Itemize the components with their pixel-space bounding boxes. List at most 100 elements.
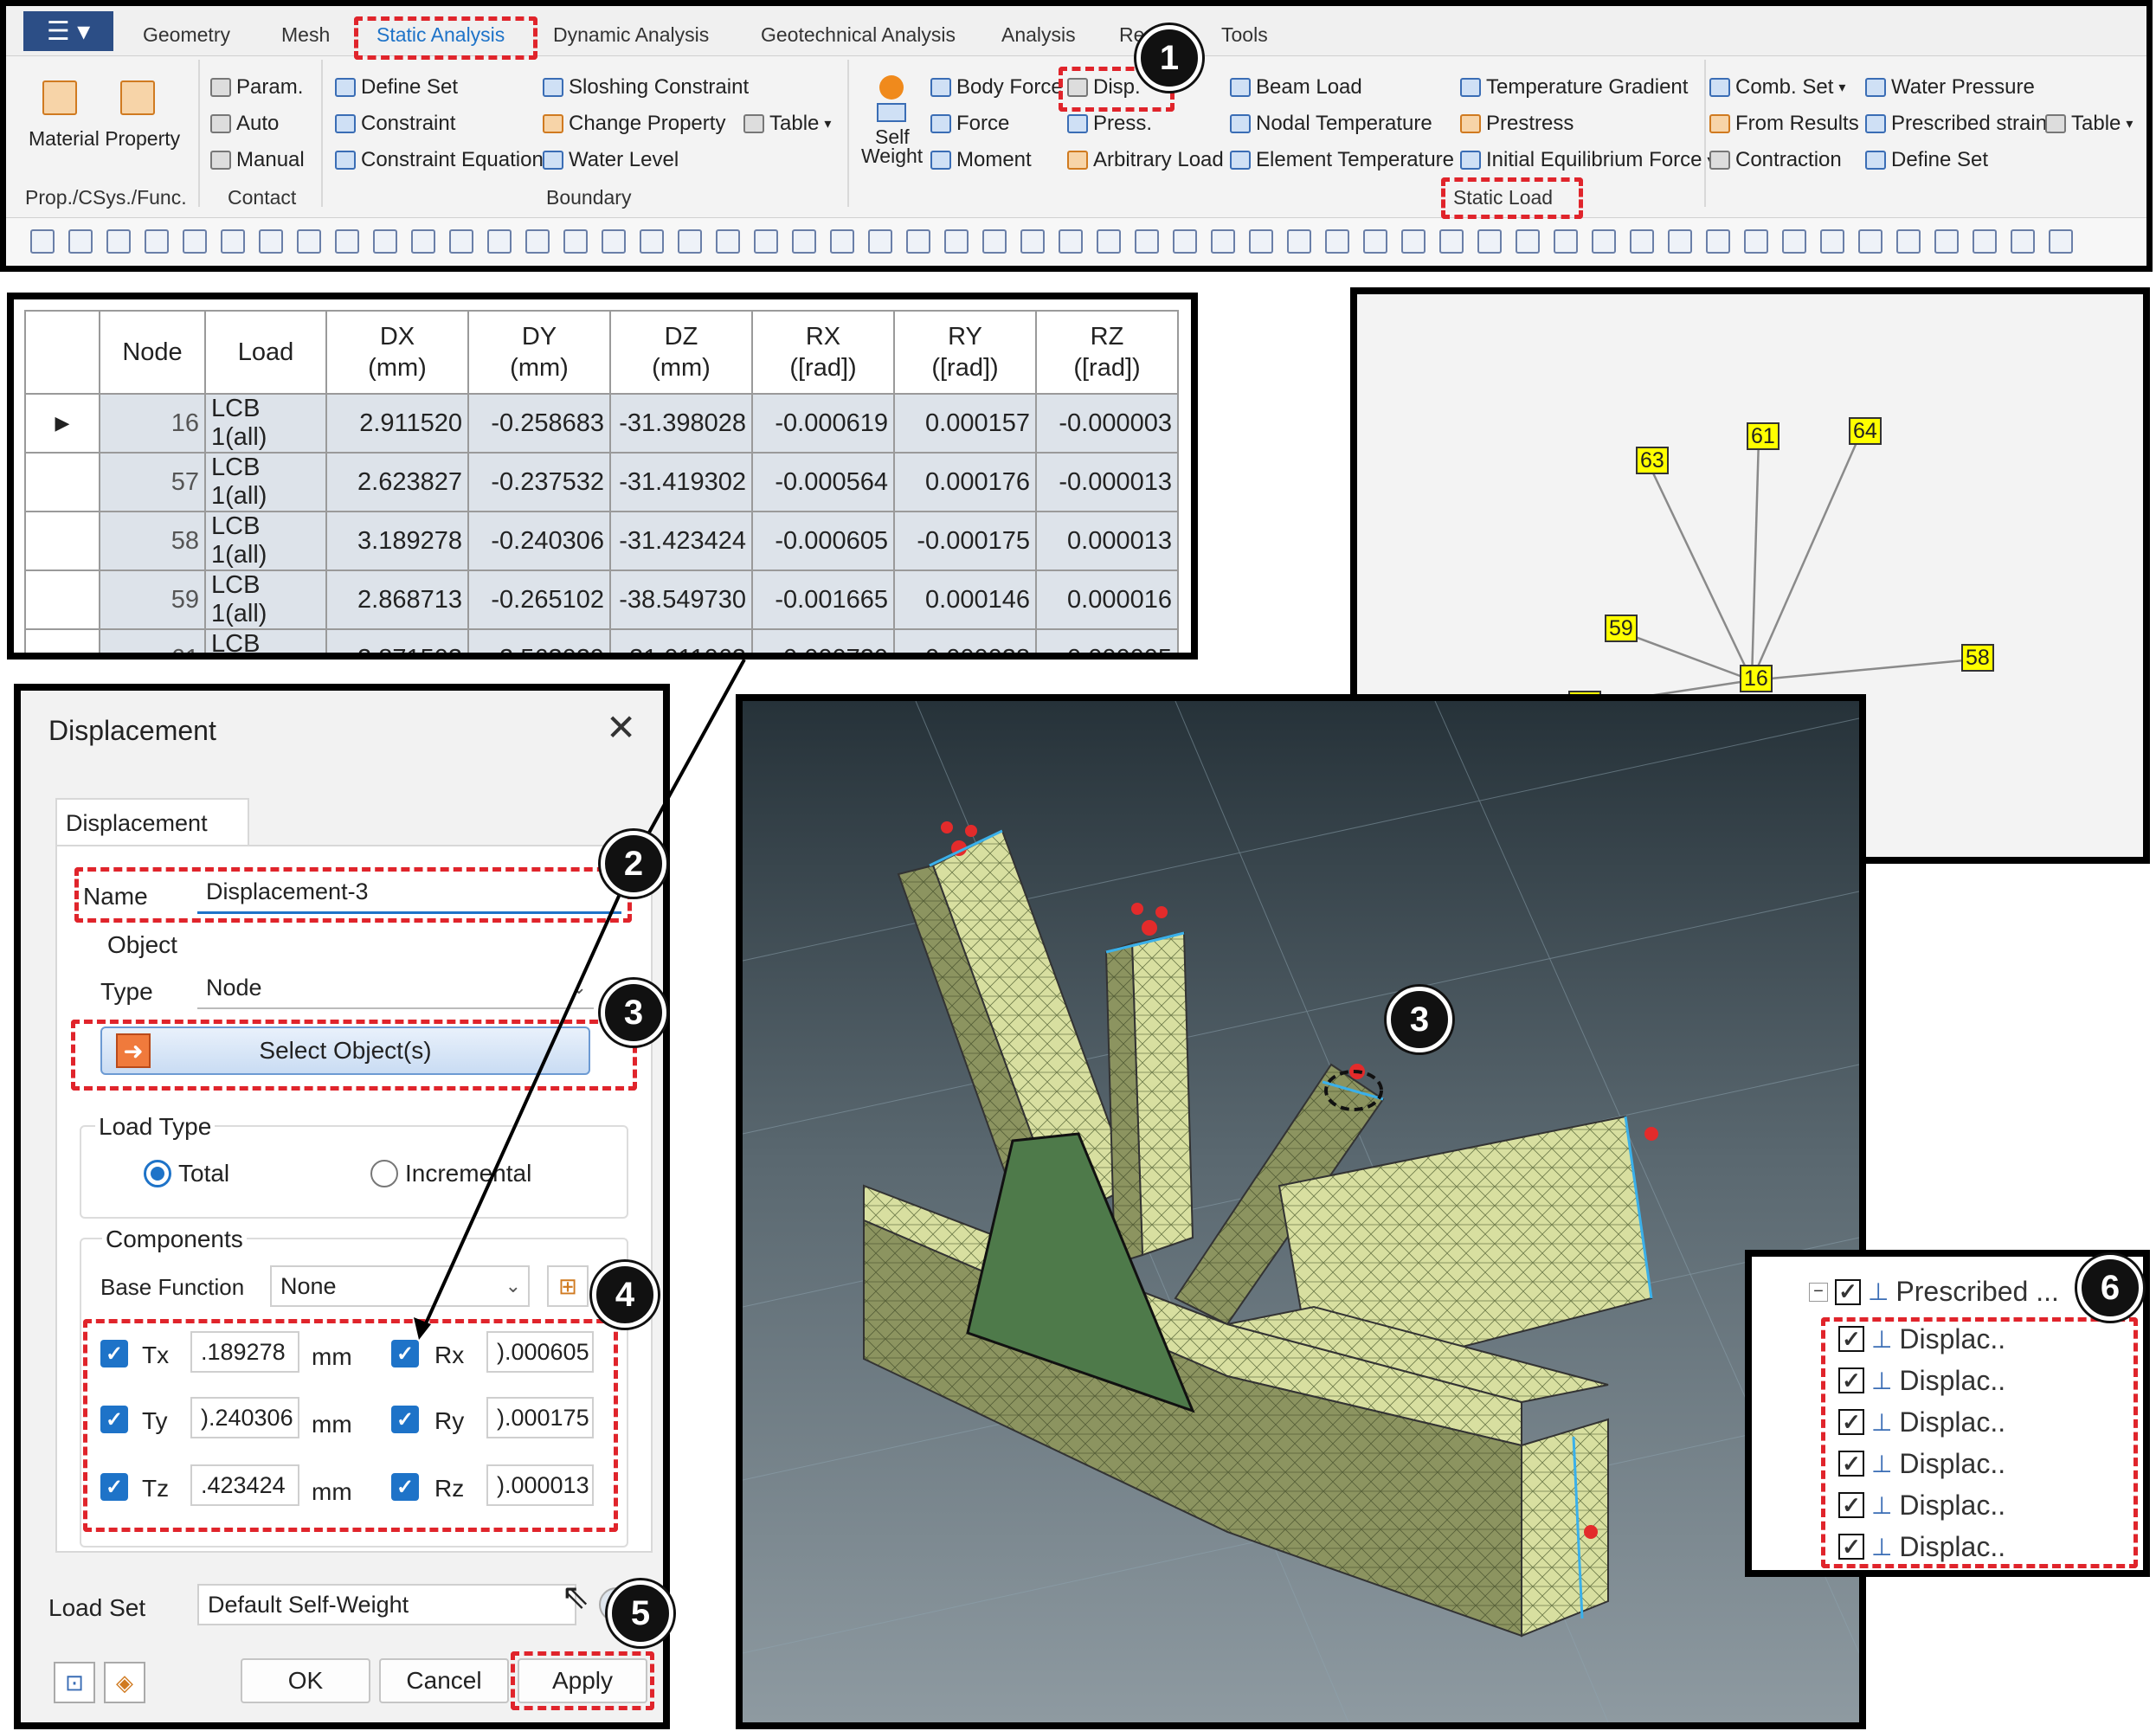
base-function-select[interactable]: None ⌄ [270, 1265, 530, 1307]
moment-button[interactable]: Moment [930, 148, 1032, 172]
table-cell[interactable]: 0.000013 [1035, 511, 1179, 571]
table-cell[interactable]: 2.563029 [467, 628, 611, 653]
toolbar-icon[interactable] [183, 229, 207, 254]
toolbar-icon[interactable] [1211, 229, 1235, 254]
collapse-icon[interactable]: − [1809, 1282, 1828, 1302]
row-selector[interactable] [24, 452, 100, 512]
column-header[interactable]: DY (mm) [467, 310, 611, 395]
toolbar-icon[interactable] [1706, 229, 1730, 254]
toolbar-icon[interactable] [373, 229, 397, 254]
toolbar-icon[interactable] [1668, 229, 1692, 254]
column-header[interactable]: RY ([rad]) [893, 310, 1037, 395]
table-cell[interactable]: LCB 1(all) [204, 452, 327, 512]
manual-button[interactable]: Manual [210, 148, 305, 172]
load-set-select[interactable]: Default Self-Weight [197, 1584, 576, 1625]
toolbar-icon[interactable] [1097, 229, 1121, 254]
node-label[interactable]: 16 [1740, 665, 1773, 692]
material-property-button[interactable]: Material Property [29, 127, 180, 151]
toolbar-icon[interactable] [1630, 229, 1654, 254]
menu-button[interactable]: ☰ ▾ [23, 11, 113, 51]
toolbar-icon[interactable] [1059, 229, 1083, 254]
table-cell[interactable]: 0.000146 [893, 569, 1037, 630]
toolbar-icon[interactable] [1249, 229, 1273, 254]
table-cell[interactable]: -0.000175 [893, 511, 1037, 571]
toolbar-icon[interactable] [1554, 229, 1578, 254]
toolbar-icon[interactable] [30, 229, 55, 254]
toolbar-icon[interactable] [106, 229, 131, 254]
toolbar-icon[interactable] [1820, 229, 1844, 254]
temperature-gradient-button[interactable]: Temperature Gradient [1460, 75, 1688, 100]
toolbar-icon[interactable] [1744, 229, 1768, 254]
table-cell[interactable]: 58 [99, 511, 206, 571]
node-label[interactable]: 58 [1961, 644, 1994, 672]
toolbar-icon[interactable] [259, 229, 283, 254]
table-row[interactable]: 57 LCB 1(all) 2.623827 -0.237532 -31.419302-… [24, 452, 1179, 512]
table-cell[interactable]: LCB 1(all) [204, 393, 327, 454]
toolbar-icon[interactable] [792, 229, 816, 254]
force-button[interactable]: Force [930, 112, 1009, 136]
table-cell[interactable]: LCB 1(all) [204, 628, 327, 653]
table-row[interactable]: 61LCB 1(all)2.8715032.563029-31.011063-0… [24, 628, 1179, 653]
change-property-button[interactable]: Change Property [543, 112, 725, 136]
constraint-button[interactable]: Constraint [335, 112, 455, 136]
column-header[interactable]: Node [99, 310, 206, 395]
element-temperature-button[interactable]: Element Temperature [1230, 148, 1454, 172]
reset-icon[interactable]: ⊡ [54, 1662, 95, 1703]
tab-geotechnical-analysis[interactable]: Geotechnical Analysis [761, 23, 956, 47]
toolbar-icon[interactable] [221, 229, 245, 254]
table-row[interactable]: 59 LCB 1(all) 2.868713 -0.265102 -38.549730-… [24, 569, 1179, 630]
toolbar-icon[interactable] [1173, 229, 1197, 254]
type-select[interactable]: Node ⌄ [197, 968, 594, 1009]
toolbar-icon[interactable] [1477, 229, 1502, 254]
constraint-equation-button[interactable]: Constraint Equation [335, 148, 544, 172]
function-graph-icon[interactable]: ⊞ [547, 1265, 589, 1307]
column-header[interactable]: DZ (mm) [609, 310, 753, 395]
table-cell[interactable]: 2.911520 [325, 393, 469, 454]
toolbar-icon[interactable] [906, 229, 930, 254]
table-cell[interactable]: 57 [99, 452, 206, 512]
water-pressure-button[interactable]: Water Pressure [1865, 75, 2035, 100]
node-label[interactable]: 61 [1747, 422, 1780, 450]
table-cell[interactable]: 16 [99, 393, 206, 454]
toolbar-icon[interactable] [1934, 229, 1959, 254]
total-radio[interactable]: Total [144, 1160, 229, 1187]
toolbar-icon[interactable] [1858, 229, 1882, 254]
toolbar-icon[interactable] [1325, 229, 1349, 254]
toolbar-icon[interactable] [145, 229, 169, 254]
table-cell[interactable]: -38.549730 [609, 569, 753, 630]
toolbar-icon[interactable] [1363, 229, 1387, 254]
close-icon[interactable]: ✕ [606, 706, 636, 749]
tree-root-row[interactable]: − ✓ ⊥ Prescribed ... [1809, 1276, 2059, 1308]
nodal-temperature-button[interactable]: Nodal Temperature [1230, 112, 1432, 136]
body-force-button[interactable]: Body Force [930, 75, 1063, 100]
toolbar-icon[interactable] [716, 229, 740, 254]
column-header[interactable]: DX (mm) [325, 310, 469, 395]
toolbar-icon[interactable] [1973, 229, 1997, 254]
table-cell[interactable]: 0.000157 [893, 393, 1037, 454]
node-label[interactable]: 63 [1636, 447, 1669, 474]
table-cell[interactable]: -0.237532 [467, 452, 611, 512]
table-cell[interactable]: -0.240306 [467, 511, 611, 571]
tab-dynamic-analysis[interactable]: Dynamic Analysis [553, 23, 709, 47]
define-set-right-button[interactable]: Define Set [1865, 148, 1988, 172]
press-button[interactable]: Press. [1067, 112, 1152, 136]
column-header[interactable]: RZ ([rad]) [1035, 310, 1179, 395]
toolbar-icon[interactable] [754, 229, 778, 254]
table-cell[interactable]: 0.000016 [1035, 569, 1179, 630]
sloshing-constraint-button[interactable]: Sloshing Constraint [543, 75, 749, 100]
row-selector[interactable] [24, 511, 100, 571]
table-cell[interactable]: 0.000005 [1035, 628, 1179, 653]
toolbar-icon[interactable] [602, 229, 626, 254]
toolbar-icon[interactable] [944, 229, 969, 254]
toolbar-icon[interactable] [1592, 229, 1616, 254]
table-cell[interactable]: 2.623827 [325, 452, 469, 512]
toolbar-icon[interactable] [2049, 229, 2073, 254]
table-cell[interactable]: 2.871503 [325, 628, 469, 653]
prescribed-strain-button[interactable]: Prescribed strain [1865, 112, 2047, 136]
initial-equilibrium-button[interactable]: Initial Equilibrium Force▾ [1460, 148, 1714, 172]
toolbar-icon[interactable] [1516, 229, 1540, 254]
table-cell[interactable]: -0.258683 [467, 393, 611, 454]
toolbar-icon[interactable] [1020, 229, 1045, 254]
ok-button[interactable]: OK [241, 1658, 370, 1703]
toolbar-icon[interactable] [1439, 229, 1464, 254]
